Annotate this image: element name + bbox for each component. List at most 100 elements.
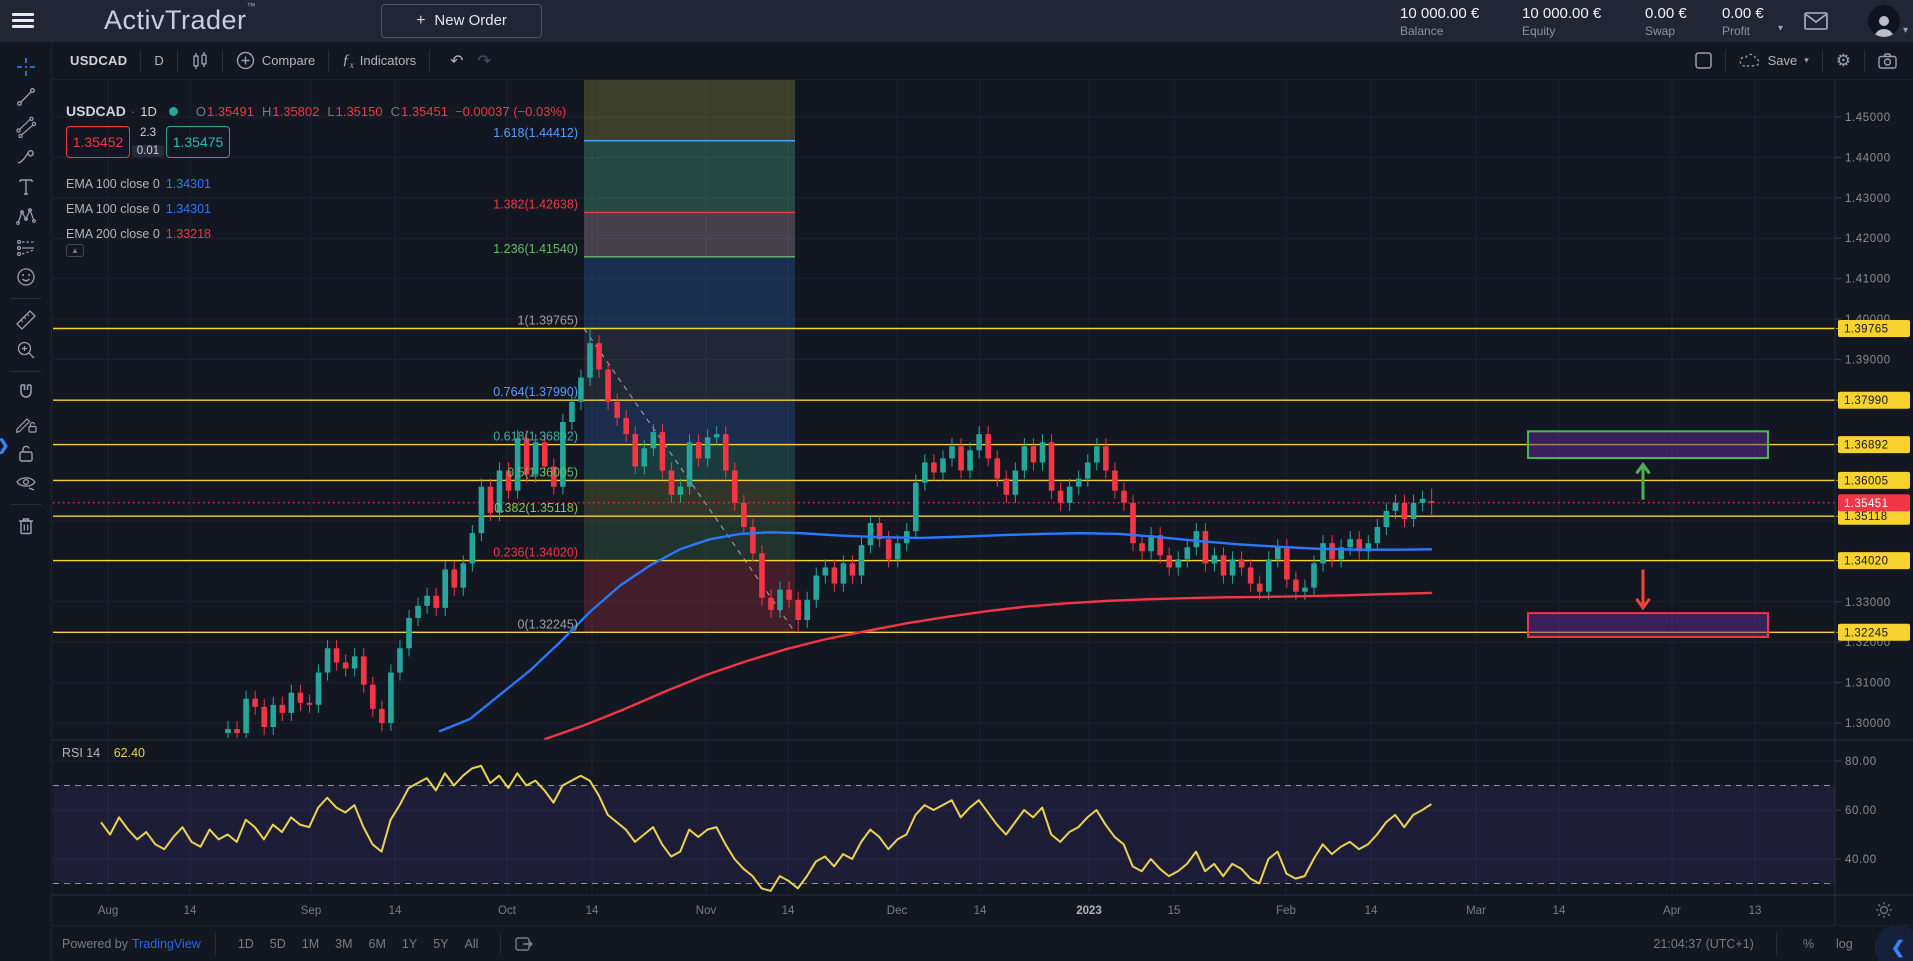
svg-text:14: 14 [1365, 905, 1378, 917]
range-3m[interactable]: 3M [335, 937, 352, 951]
fib-tools-icon[interactable] [9, 112, 43, 142]
account-dropdown-caret-icon[interactable]: ▾ [1778, 23, 1783, 34]
emoji-icon[interactable] [9, 262, 43, 292]
compare-button[interactable]: Compare [236, 51, 315, 70]
chart-style-button[interactable] [191, 51, 209, 71]
svg-text:1.45000: 1.45000 [1845, 112, 1891, 124]
svg-text:1.33000: 1.33000 [1845, 597, 1891, 609]
draw-lock-icon[interactable] [9, 408, 43, 438]
theme-sun-icon [1876, 902, 1892, 918]
redo-icon: ↷ [478, 51, 491, 71]
log-scale-button[interactable]: log [1836, 937, 1853, 951]
svg-text:1.39000: 1.39000 [1845, 354, 1891, 366]
range-1y[interactable]: 1Y [402, 937, 417, 951]
rsi-legend[interactable]: RSI 14 62.40 [62, 746, 145, 760]
svg-text:1.44000: 1.44000 [1845, 152, 1891, 164]
sell-button[interactable]: 1.35452 [66, 126, 130, 158]
swap-label: Swap [1645, 24, 1687, 39]
balance-value: 10 000.00 € [1400, 5, 1479, 24]
symbol-button[interactable]: USDCAD [70, 53, 127, 68]
zoom-in-icon[interactable] [9, 335, 43, 365]
svg-text:1.41000: 1.41000 [1845, 274, 1891, 286]
svg-text:0.764(1.37990): 0.764(1.37990) [493, 385, 578, 399]
avatar[interactable] [1868, 5, 1900, 37]
trash-icon[interactable] [9, 511, 43, 541]
legend-symbol[interactable]: USDCAD [66, 103, 126, 119]
clock[interactable]: 21:04:37 (UTC+1) [1653, 937, 1753, 951]
text-tool-icon[interactable] [9, 172, 43, 202]
range-6m[interactable]: 6M [369, 937, 386, 951]
range-5d[interactable]: 5D [270, 937, 286, 951]
svg-text:Aug: Aug [98, 905, 118, 917]
eye-icon[interactable] [9, 468, 43, 498]
svg-text:1.37990: 1.37990 [1844, 395, 1888, 407]
profit-value: 0.00 € [1722, 5, 1764, 24]
legend-interval[interactable]: 1D [140, 104, 157, 119]
forecast-icon[interactable] [9, 232, 43, 262]
buy-button[interactable]: 1.35475 [166, 126, 230, 158]
svg-text:15: 15 [1168, 905, 1181, 917]
interval-button[interactable]: D [154, 53, 163, 68]
svg-text:14: 14 [974, 905, 987, 917]
panel-expand-icon[interactable]: ❯ [0, 436, 10, 454]
menu-icon[interactable] [12, 13, 34, 29]
trading-chart[interactable]: 1.618(1.44412)1.382(1.42638)1.236(1.4154… [0, 0, 1913, 961]
spread-value: 2.3 [140, 127, 156, 139]
crosshair-icon[interactable] [9, 52, 43, 82]
svg-text:Feb: Feb [1276, 905, 1296, 917]
mail-icon[interactable] [1804, 12, 1828, 30]
svg-text:Sep: Sep [301, 905, 321, 917]
svg-text:14: 14 [586, 905, 599, 917]
swap-summary: 0.00 € Swap [1645, 5, 1687, 39]
magnet-icon[interactable] [9, 378, 43, 408]
svg-text:2023: 2023 [1076, 905, 1102, 917]
gear-icon[interactable]: ⚙ [1836, 51, 1851, 71]
range-1d[interactable]: 1D [238, 937, 254, 951]
svg-text:1.36892: 1.36892 [1844, 440, 1888, 452]
svg-text:0.236(1.34020): 0.236(1.34020) [493, 546, 578, 560]
save-caret-icon: ▾ [1804, 55, 1809, 66]
indicators-button[interactable]: ƒx Indicators [342, 52, 416, 70]
svg-text:14: 14 [1553, 905, 1566, 917]
indicator-row[interactable]: EMA 100 close 01.34301 [66, 202, 211, 216]
brush-icon[interactable] [9, 142, 43, 172]
svg-text:0.5(1.36005): 0.5(1.36005) [507, 465, 578, 479]
bottom-bar: Powered by TradingView 1D 5D 1M 3M 6M 1Y… [52, 925, 1913, 961]
indicator-row[interactable]: EMA 100 close 01.34301 [66, 177, 211, 191]
cloud-save-button[interactable]: Save ▾ [1739, 53, 1809, 68]
range-5y[interactable]: 5Y [433, 937, 448, 951]
equity-value: 10 000.00 € [1522, 5, 1601, 24]
goto-date-icon[interactable] [515, 936, 533, 952]
svg-text:Mar: Mar [1466, 905, 1486, 917]
balance-label: Balance [1400, 24, 1479, 39]
undo-icon[interactable]: ↶ [450, 51, 463, 71]
trend-line-icon[interactable] [9, 82, 43, 112]
xabcd-pattern-icon[interactable] [9, 202, 43, 232]
percent-scale-button[interactable]: % [1803, 937, 1814, 951]
avatar-dropdown-caret-icon[interactable]: ▾ [1903, 25, 1908, 36]
spread: 2.3 0.01 [130, 126, 166, 158]
app-logo: ActivTrader™ [104, 5, 256, 36]
svg-text:14: 14 [782, 905, 795, 917]
market-open-dot [169, 107, 178, 116]
range-all[interactable]: All [465, 937, 479, 951]
drawing-toolbar: ❯ [0, 42, 52, 961]
layout-button[interactable] [1695, 52, 1712, 69]
svg-text:1(1.39765): 1(1.39765) [518, 313, 578, 327]
svg-text:13: 13 [1749, 905, 1762, 917]
svg-text:1.34020: 1.34020 [1844, 556, 1888, 568]
tradingview-link[interactable]: TradingView [132, 937, 201, 951]
lock-icon[interactable] [9, 438, 43, 468]
svg-text:Nov: Nov [696, 905, 717, 917]
ruler-icon[interactable] [9, 305, 43, 335]
new-order-button[interactable]: +New Order [381, 4, 542, 38]
svg-text:Oct: Oct [498, 905, 517, 917]
range-1m[interactable]: 1M [302, 937, 319, 951]
indicator-row[interactable]: EMA 200 close 01.33218 [66, 227, 211, 241]
powered-by: Powered by [62, 937, 128, 951]
svg-text:1.618(1.44412): 1.618(1.44412) [493, 126, 578, 140]
legend-collapse-button[interactable]: ▲ [66, 244, 84, 257]
camera-icon[interactable] [1878, 53, 1897, 69]
change-value: −0.00037 (−0.03%) [455, 104, 566, 119]
profit-label: Profit [1722, 24, 1764, 39]
